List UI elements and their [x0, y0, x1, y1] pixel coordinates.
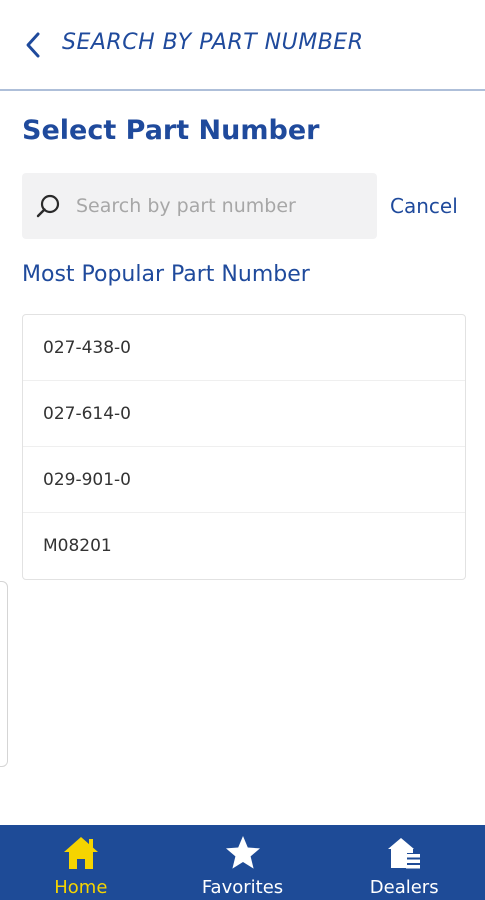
part-number-label: 029-901-0	[43, 469, 131, 490]
nav-home-label: Home	[54, 877, 108, 898]
popular-heading: Most Popular Part Number	[22, 262, 310, 287]
nav-dealers[interactable]: Dealers	[323, 825, 485, 900]
nav-favorites[interactable]: Favorites	[162, 825, 324, 900]
search-box[interactable]	[22, 173, 377, 239]
search-input[interactable]	[76, 186, 377, 226]
app-header: SEARCH BY PART NUMBER	[0, 0, 485, 91]
part-number-label: 027-438-0	[43, 337, 131, 358]
nav-home[interactable]: Home	[0, 825, 162, 900]
part-number-label: 027-614-0	[43, 403, 131, 424]
back-button[interactable]	[16, 28, 50, 62]
nav-favorites-label: Favorites	[201, 877, 284, 898]
popular-parts-list: 027-438-0 027-614-0 029-901-0 M08201	[22, 314, 466, 580]
part-number-label: M08201	[43, 536, 112, 556]
list-item[interactable]: 027-614-0	[23, 381, 465, 447]
side-drawer-handle[interactable]	[0, 581, 8, 767]
cancel-button[interactable]: Cancel	[390, 194, 458, 218]
dealers-icon	[384, 833, 424, 873]
chevron-left-icon	[26, 32, 40, 58]
page-title: Select Part Number	[22, 115, 320, 146]
home-icon	[61, 833, 101, 873]
list-item[interactable]: 027-438-0	[23, 315, 465, 381]
search-icon	[34, 192, 62, 220]
list-item[interactable]: M08201	[23, 513, 465, 579]
star-icon	[223, 833, 263, 873]
search-part-screen: SEARCH BY PART NUMBER Select Part Number…	[0, 0, 485, 900]
list-item[interactable]: 029-901-0	[23, 447, 465, 513]
header-title: SEARCH BY PART NUMBER	[62, 30, 364, 55]
nav-dealers-label: Dealers	[369, 877, 439, 898]
bottom-nav: Home Favorites Dealers	[0, 825, 485, 900]
